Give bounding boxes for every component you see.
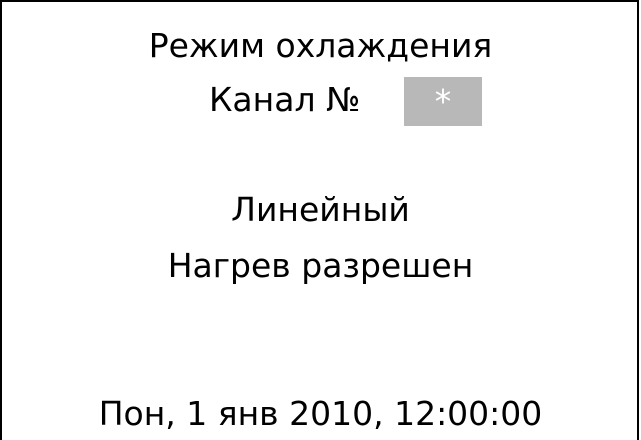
channel-label: Канал № xyxy=(209,80,361,119)
channel-row: Канал № * xyxy=(0,76,641,126)
cooling-mode-type: Линейный xyxy=(231,190,410,229)
datetime-display: Пон, 1 янв 2010, 12:00:00 xyxy=(98,394,543,433)
channel-number-field[interactable]: * xyxy=(404,77,482,126)
heating-status: Нагрев разрешен xyxy=(167,246,474,285)
cooling-mode-title: Режим охлаждения xyxy=(148,26,493,65)
